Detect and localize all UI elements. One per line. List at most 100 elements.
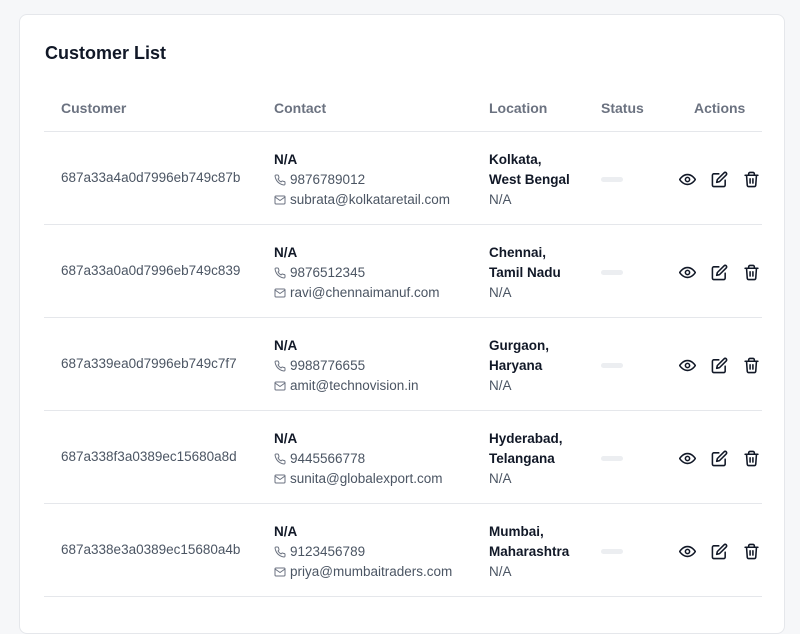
edit-icon [711,450,727,466]
contact-name: N/A [274,338,298,353]
location-cell: Kolkata, West Bengal N/A [489,150,570,210]
edit-button[interactable] [708,447,730,469]
location-city: Hyderabad, [489,431,563,446]
phone-icon [274,267,286,279]
location-extra: N/A [489,471,512,486]
contact-email: priya@mumbaitraders.com [274,562,452,582]
contact-name: N/A [274,431,298,446]
location-cell: Mumbai, Maharashtra N/A [489,522,569,582]
contact-phone: 9876789012 [274,170,450,190]
eye-icon [678,266,696,278]
table-row: 687a339ea0d7996eb749c7f7 N/A 9988776655 … [44,318,762,411]
email-value: subrata@kolkataretail.com [290,192,451,207]
location-state: West Bengal [489,172,570,187]
status-badge [601,270,623,275]
trash-icon [743,171,759,187]
email-value: sunita@globalexport.com [290,471,443,486]
table-row: 687a338f3a0389ec15680a8d N/A 9445566778 … [44,411,762,504]
customer-id: 687a339ea0d7996eb749c7f7 [61,356,237,371]
contact-email: subrata@kolkataretail.com [274,190,450,210]
contact-phone: 9988776655 [274,356,419,376]
edit-button[interactable] [708,540,730,562]
table-body: 687a33a4a0d7996eb749c87b N/A 9876789012 … [44,132,762,597]
view-button[interactable] [676,540,698,562]
location-state: Tamil Nadu [489,265,561,280]
trash-icon [743,450,759,466]
status-badge [601,177,623,182]
contact-name: N/A [274,245,298,260]
location-city: Gurgaon, [489,338,549,353]
view-button[interactable] [676,168,698,190]
phone-icon [274,174,286,186]
contact-phone: 9123456789 [274,542,452,562]
phone-icon [274,546,286,558]
contact-email: sunita@globalexport.com [274,469,443,489]
table-row: 687a338e3a0389ec15680a4b N/A 9123456789 … [44,504,762,597]
mail-icon [274,195,286,205]
contact-phone: 9445566778 [274,449,443,469]
mail-icon [274,288,286,298]
customer-table: Customer Contact Location Status Actions… [44,88,762,597]
delete-button[interactable] [740,354,762,376]
view-button[interactable] [676,261,698,283]
edit-icon [711,171,727,187]
phone-value: 9445566778 [290,451,366,466]
contact-name: N/A [274,524,298,539]
table-header: Customer Contact Location Status Actions [44,88,762,132]
edit-button[interactable] [708,261,730,283]
delete-button[interactable] [740,447,762,469]
view-button[interactable] [676,354,698,376]
row-actions [676,354,762,376]
row-actions [676,447,762,469]
row-actions [676,261,762,283]
edit-button[interactable] [708,168,730,190]
phone-value: 9876789012 [290,172,366,187]
location-extra: N/A [489,285,512,300]
eye-icon [678,545,696,557]
mail-icon [274,381,286,391]
view-button[interactable] [676,447,698,469]
location-cell: Gurgaon, Haryana N/A [489,336,549,396]
contact-cell: N/A 9876512345 ravi@chennaimanuf.com [274,243,440,303]
eye-icon [678,173,696,185]
status-badge [601,549,623,554]
trash-icon [743,543,759,559]
table-row: 687a33a0a0d7996eb749c839 N/A 9876512345 … [44,225,762,318]
customer-id: 687a33a0a0d7996eb749c839 [61,263,241,278]
customer-id: 687a33a4a0d7996eb749c87b [61,170,241,185]
customer-id: 687a338e3a0389ec15680a4b [61,542,241,557]
contact-cell: N/A 9876789012 subrata@kolkataretail.com [274,150,450,210]
contact-phone: 9876512345 [274,263,440,283]
status-badge [601,363,623,368]
contact-email: ravi@chennaimanuf.com [274,283,440,303]
edit-button[interactable] [708,354,730,376]
header-contact: Contact [274,100,327,116]
delete-button[interactable] [740,168,762,190]
location-extra: N/A [489,564,512,579]
location-city: Mumbai, [489,524,544,539]
eye-icon [678,359,696,371]
location-cell: Chennai, Tamil Nadu N/A [489,243,561,303]
location-state: Haryana [489,358,543,373]
header-status: Status [601,100,644,116]
trash-icon [743,357,759,373]
delete-button[interactable] [740,540,762,562]
location-cell: Hyderabad, Telangana N/A [489,429,563,489]
page-title: Customer List [45,43,167,63]
customer-id: 687a338f3a0389ec15680a8d [61,449,237,464]
mail-icon [274,474,286,484]
contact-cell: N/A 9988776655 amit@technovision.in [274,336,419,396]
phone-value: 9988776655 [290,358,366,373]
eye-icon [678,452,696,464]
location-city: Chennai, [489,245,547,260]
contact-cell: N/A 9445566778 sunita@globalexport.com [274,429,443,489]
location-extra: N/A [489,378,512,393]
edit-icon [711,543,727,559]
edit-icon [711,357,727,373]
email-value: ravi@chennaimanuf.com [290,285,440,300]
header-customer: Customer [61,100,127,116]
header-actions: Actions [694,100,746,116]
delete-button[interactable] [740,261,762,283]
row-actions [676,540,762,562]
contact-email: amit@technovision.in [274,376,419,396]
